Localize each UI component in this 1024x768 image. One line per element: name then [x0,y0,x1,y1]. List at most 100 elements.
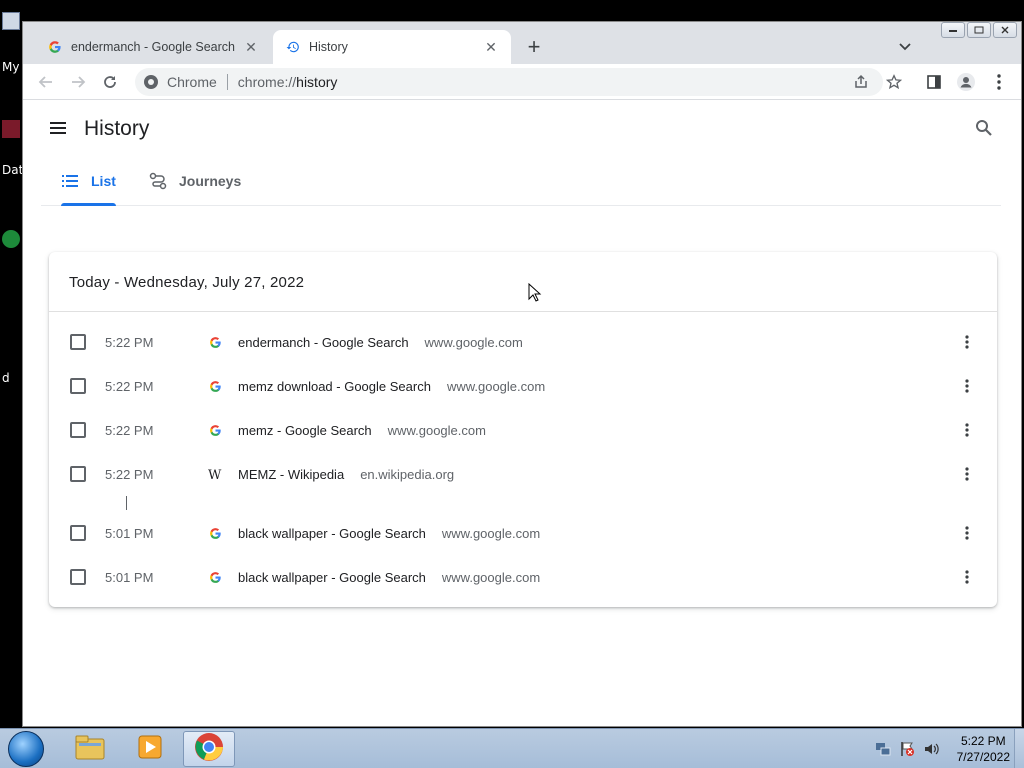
entry-title-link[interactable]: endermanch - Google Search [238,335,409,350]
folder-icon [75,734,105,765]
reload-icon[interactable] [100,72,120,92]
taskbar-explorer-button[interactable] [64,731,116,767]
google-icon [207,334,223,350]
back-arrow-icon[interactable] [36,72,56,92]
google-icon [47,39,63,55]
tab-title: History [309,40,348,54]
tab-title: endermanch - Google Search [71,40,235,54]
entry-checkbox[interactable] [70,525,86,541]
tab-list[interactable]: List [61,157,116,206]
entry-checkbox[interactable] [70,569,86,585]
entry-time: 5:22 PM [105,334,154,350]
history-entry[interactable]: 5:22 PM memz download - Google Search www… [49,366,997,406]
tab-history[interactable]: History ✕ [273,30,511,64]
entry-checkbox[interactable] [70,334,86,350]
more-actions-icon[interactable] [957,420,977,440]
clock-date: 7/27/2022 [956,750,1010,764]
hamburger-menu-icon[interactable] [49,119,69,139]
desktop-label-2: Dat [2,163,24,177]
svg-text:W: W [208,468,222,480]
taskbar-media-player-button[interactable] [124,731,176,767]
google-icon [207,422,223,438]
divider [49,311,997,312]
tab-strip: endermanch - Google Search ✕ History ✕ + [23,22,1021,64]
entry-domain: www.google.com [446,378,546,394]
list-icon [61,172,79,190]
entry-time: 5:22 PM [105,378,154,394]
history-icon [285,39,301,55]
entry-time: 5:01 PM [105,569,154,585]
history-header: History [23,101,1021,157]
site-chip-label: Chrome [167,74,217,90]
minimize-button[interactable] [941,22,965,38]
entry-title-link[interactable]: MEMZ - Wikipedia [238,467,344,482]
history-entry[interactable]: 5:22 PM W MEMZ - Wikipedia en.wikipedia.o… [49,454,997,494]
start-button[interactable] [8,731,44,767]
action-center-flag-icon[interactable] [899,741,915,757]
profile-avatar-icon[interactable] [956,72,976,92]
more-actions-icon[interactable] [957,523,977,543]
close-tab-icon[interactable]: ✕ [483,39,499,55]
close-tab-icon[interactable]: ✕ [243,39,259,55]
url-host: history [296,74,338,90]
entry-checkbox[interactable] [70,422,86,438]
entry-domain: www.google.com [424,334,523,350]
tab-google-search[interactable]: endermanch - Google Search ✕ [35,30,271,64]
more-actions-icon[interactable] [957,376,977,396]
entry-title-link[interactable]: memz download - Google Search [238,379,431,394]
tab-journeys[interactable]: Journeys [149,157,241,205]
show-desktop-button[interactable] [1014,729,1024,768]
entry-title-link[interactable]: black wallpaper - Google Search [238,526,426,541]
entry-title-link[interactable]: memz - Google Search [238,423,372,438]
entry-domain: www.google.com [441,525,541,541]
volume-speaker-icon[interactable] [923,741,939,757]
side-panel-icon[interactable] [924,72,944,92]
system-clock[interactable]: 5:22 PM 7/27/2022 [957,733,1010,765]
journeys-icon [149,172,167,190]
history-entry[interactable]: 5:22 PM endermanch - Google Search www.go… [49,322,997,362]
clock-time: 5:22 PM [960,734,1006,748]
history-entry[interactable]: 5:01 PM black wallpaper - Google Search w… [49,557,997,597]
google-icon [207,525,223,541]
desktop-background: My Dat d [0,0,24,728]
day-header: Today - Wednesday, July 27, 2022 [69,274,305,291]
entry-checkbox[interactable] [70,466,86,482]
google-icon [207,378,223,394]
restore-button[interactable] [967,22,991,38]
more-actions-icon[interactable] [957,567,977,587]
close-window-button[interactable] [993,22,1017,38]
more-actions-icon[interactable] [957,332,977,352]
share-icon[interactable] [851,72,871,92]
url-text: chrome://history [238,74,338,90]
entry-time: 5:22 PM [105,422,154,438]
more-actions-icon[interactable] [957,464,977,484]
history-entry[interactable]: 5:22 PM memz - Google Search www.google.c… [49,410,997,450]
entry-title-line: black wallpaper - Google Search www.googl… [238,570,540,585]
desktop-label-3: d [2,371,10,385]
chrome-icon [194,732,224,767]
address-bar[interactable]: Chrome chrome://history [135,68,883,96]
entry-checkbox[interactable] [70,378,86,394]
entry-time: 5:22 PM [105,466,154,482]
entry-time: 5:01 PM [105,525,154,541]
search-icon[interactable] [975,119,995,139]
bookmark-star-icon[interactable] [884,72,904,92]
history-entry[interactable]: 5:01 PM black wallpaper - Google Search w… [49,513,997,553]
entry-title-line: memz download - Google Search www.google.… [238,379,545,394]
app-desktop-icon-2[interactable] [2,230,20,248]
entry-title-line: MEMZ - Wikipedia en.wikipedia.org [238,467,454,482]
computer-desktop-icon[interactable] [2,12,20,30]
active-tab-indicator [61,203,116,206]
kebab-menu-icon[interactable] [989,72,1009,92]
forward-arrow-icon[interactable] [68,72,88,92]
taskbar-chrome-button[interactable] [183,731,235,767]
entry-title-link[interactable]: black wallpaper - Google Search [238,570,426,585]
wikipedia-icon: W [207,466,223,482]
new-tab-button[interactable]: + [523,34,545,59]
network-icon[interactable] [875,741,891,757]
system-tray: 5:22 PM 7/27/2022 [875,729,1010,768]
entry-title-line: memz - Google Search www.google.com [238,423,486,438]
tab-search-chevron-icon[interactable] [895,38,915,56]
app-desktop-icon[interactable] [2,120,20,138]
history-day-card: Today - Wednesday, July 27, 2022 5:22 PM… [49,252,997,607]
